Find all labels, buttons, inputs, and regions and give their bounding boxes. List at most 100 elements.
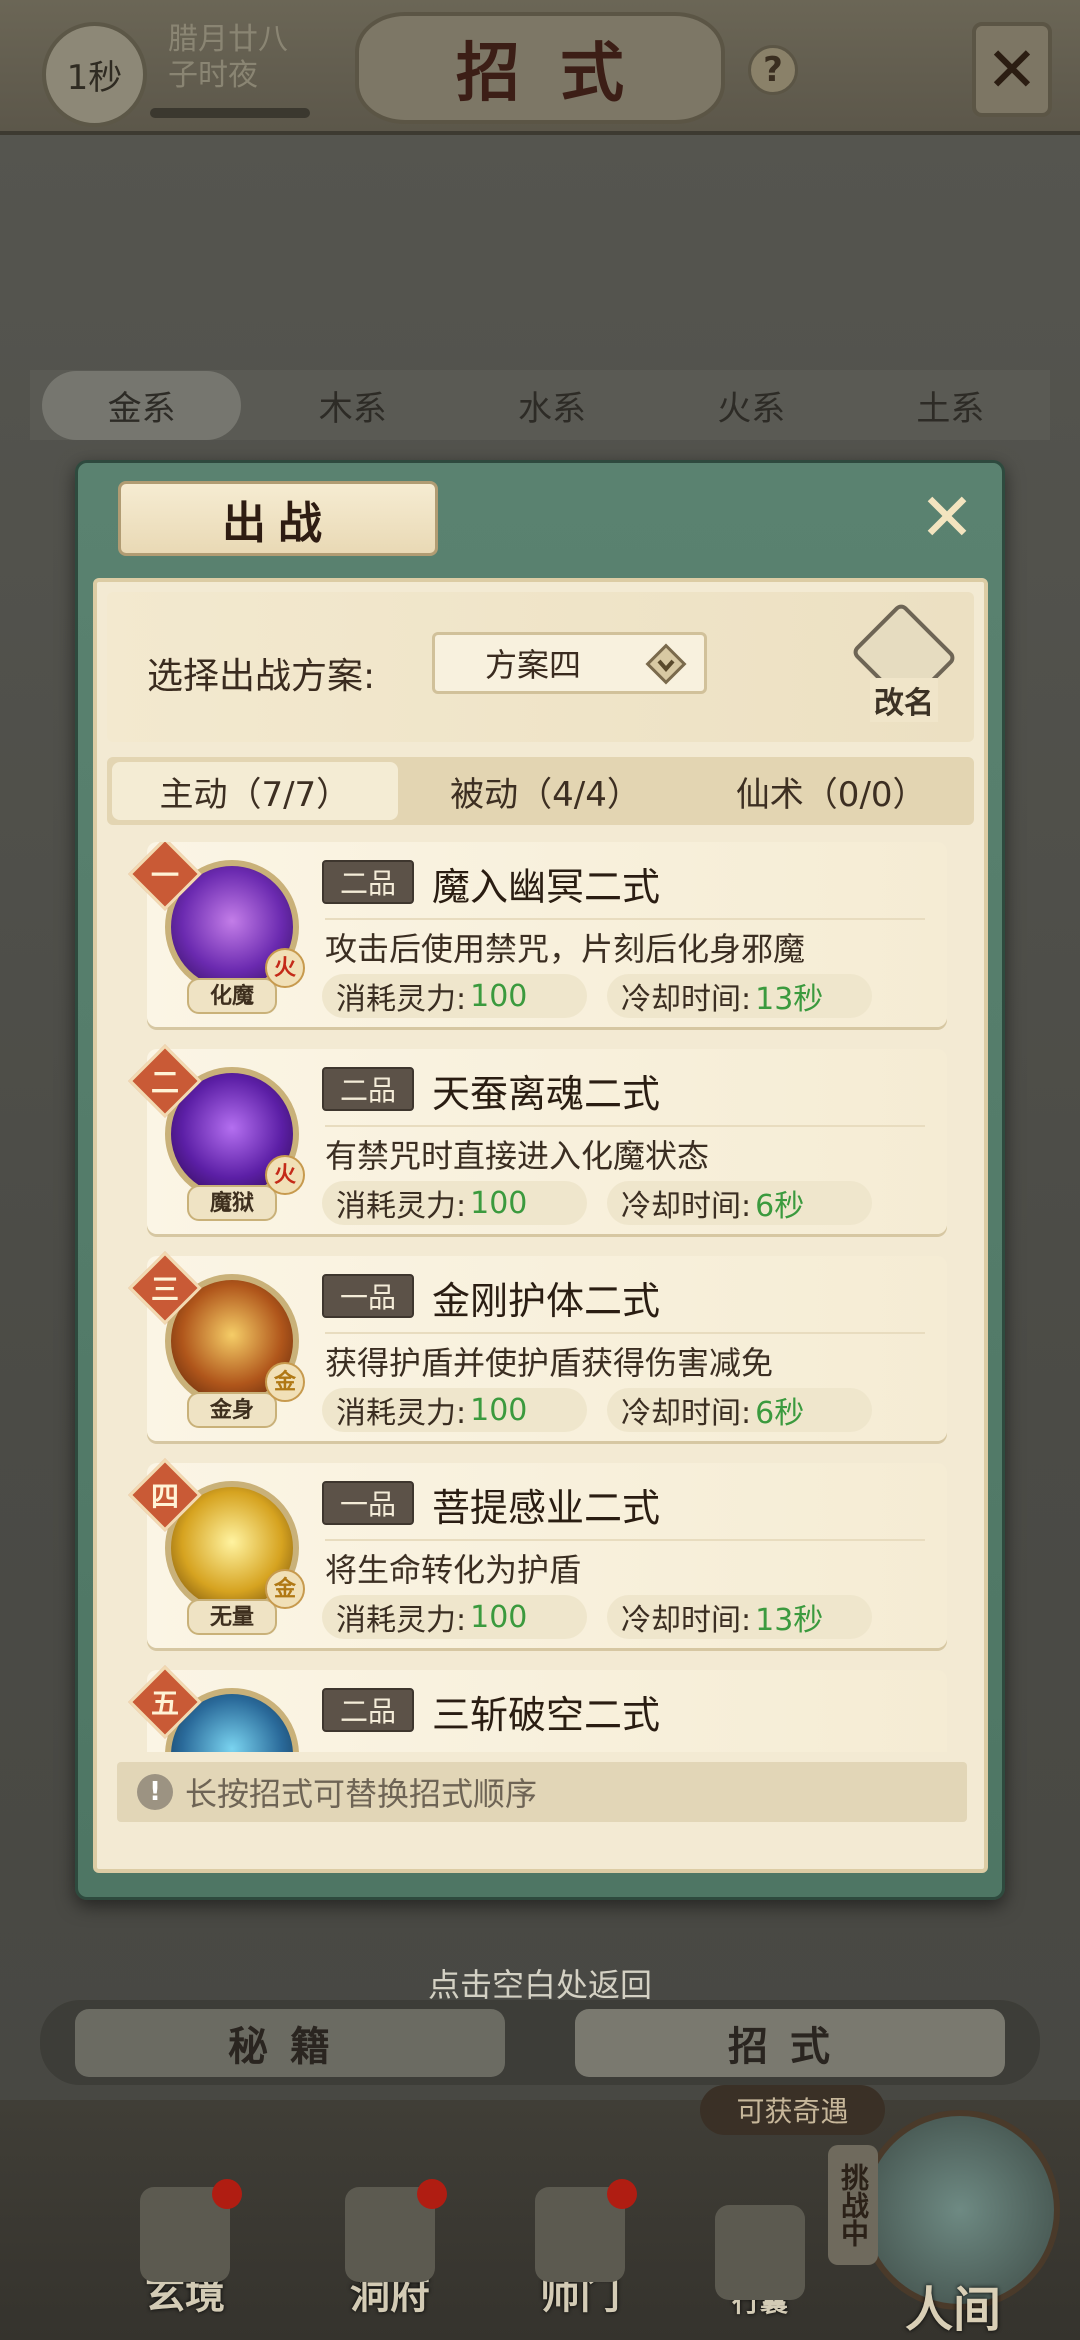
notification-dot: [417, 2179, 447, 2209]
order-number: 三: [150, 1273, 179, 1306]
tab-fire[interactable]: 火系: [652, 381, 851, 430]
skill-name: 金刚护体二式: [432, 1279, 661, 1323]
tip-text: 长按招式可替换招式顺序: [185, 1775, 538, 1813]
nav-xuanjing[interactable]: 玄境: [115, 2179, 255, 2320]
skill-card[interactable]: 二 魔狱 火 二品 天蚕离魂二式 有禁咒时直接进入化魔状态 消耗灵力: 100 冷…: [128, 1044, 947, 1234]
rename-label: 改名: [870, 678, 938, 722]
grade-tag: 二品: [322, 1688, 414, 1732]
battle-modal: 出战 ✕ 选择出战方案: 方案四 改名 主动（7/7） 被动（4/4） 仙术（0…: [75, 460, 1005, 1900]
chevron-down-icon: [643, 641, 689, 687]
plan-row: 选择出战方案: 方案四 改名: [107, 592, 974, 742]
element-chip: 金: [265, 1569, 305, 1609]
grade-tag: 一品: [322, 1274, 414, 1318]
tip-bar: ! 长按招式可替换招式顺序: [117, 1762, 967, 1822]
skill-name: 天蚕离魂二式: [432, 1072, 661, 1116]
reward-tag[interactable]: 可获奇遇: [700, 2085, 885, 2135]
cooldown-value: 13秒: [755, 1603, 824, 1638]
cooldown-stat: 冷却时间: 6秒: [607, 1181, 872, 1225]
help-icon[interactable]: ?: [748, 45, 798, 95]
game-date: 腊月廿八 子时夜: [168, 22, 288, 94]
top-bar: 1秒 腊月廿八 子时夜 招式 ? ✕: [0, 0, 1080, 135]
cooldown-stat: 冷却时间: 13秒: [607, 1595, 872, 1639]
cooldown-label: 冷却时间:: [621, 1603, 752, 1638]
cost-label: 消耗灵力:: [336, 1396, 467, 1431]
cost-stat: 消耗灵力: 100: [322, 1595, 587, 1639]
notification-dot: [607, 2179, 637, 2209]
tab-manuals[interactable]: 秘籍: [75, 2008, 505, 2077]
tab-wood[interactable]: 木系: [253, 381, 452, 430]
plan-value: 方案四: [485, 646, 582, 684]
tab-metal[interactable]: 金系: [42, 370, 242, 440]
grade-tag: 一品: [322, 1481, 414, 1525]
skill-card[interactable]: 四 无量 金 一品 菩提感业二式 将生命转化为护盾 消耗灵力: 100 冷却时间:…: [128, 1458, 947, 1648]
order-number: 四: [150, 1480, 179, 1513]
modal-content: 选择出战方案: 方案四 改名 主动（7/7） 被动（4/4） 仙术（0/0） 一…: [93, 578, 988, 1873]
cooldown-value: 6秒: [755, 1189, 805, 1224]
skill-name: 魔入幽冥二式: [432, 865, 661, 909]
pavilion-icon: [345, 2179, 447, 2282]
order-number: 五: [150, 1687, 179, 1720]
plan-select[interactable]: 方案四: [432, 632, 707, 694]
element-chip: 火: [265, 948, 305, 988]
tab-water[interactable]: 水系: [452, 381, 651, 430]
date-line2: 子时夜: [168, 58, 258, 93]
cost-label: 消耗灵力:: [336, 1189, 467, 1224]
skill-name: 菩提感业二式: [432, 1486, 661, 1530]
element-chip: 金: [265, 1362, 305, 1402]
time-progress-bar: [150, 108, 310, 118]
challenge-tag[interactable]: 挑战中: [828, 2145, 878, 2265]
order-number: 一: [150, 859, 179, 892]
cost-value: 100: [470, 978, 528, 1014]
bottom-tabs: 秘籍 招式: [40, 2000, 1040, 2085]
cost-stat: 消耗灵力: 100: [322, 974, 587, 1018]
mode-tabs: 主动（7/7） 被动（4/4） 仙术（0/0）: [107, 757, 974, 825]
element-chip: 火: [265, 1155, 305, 1195]
cooldown-stat: 冷却时间: 6秒: [607, 1388, 872, 1432]
tab-immortal-arts[interactable]: 仙术（0/0）: [688, 757, 974, 825]
cooldown-label: 冷却时间:: [621, 1189, 752, 1224]
cooldown-label: 冷却时间:: [621, 1396, 752, 1431]
grade-tag: 二品: [322, 860, 414, 904]
rename-button[interactable]: 改名: [850, 601, 958, 722]
skill-description: 有禁咒时直接进入化魔状态: [325, 1125, 925, 1177]
nav-dongfu[interactable]: 洞府: [320, 2179, 460, 2320]
info-icon: !: [137, 1774, 173, 1810]
bag-icon: [715, 2205, 805, 2300]
skill-description: 攻击后使用禁咒，片刻后化身邪魔: [325, 918, 925, 970]
page-title: 招式: [355, 12, 725, 124]
cost-value: 100: [470, 1392, 528, 1428]
nav-shimen[interactable]: 师门: [510, 2179, 650, 2320]
world-label: 人间: [905, 2282, 1002, 2338]
notification-dot: [212, 2179, 242, 2209]
plan-label: 选择出战方案:: [147, 656, 376, 697]
cost-value: 100: [470, 1185, 528, 1221]
scroll-icon: [140, 2179, 242, 2282]
modal-title: 出战: [118, 481, 438, 556]
tab-moves[interactable]: 招式: [575, 2008, 1005, 2077]
skill-icon-label: 魔狱: [187, 1185, 277, 1221]
banner-icon: [535, 2179, 637, 2282]
close-icon[interactable]: ✕: [972, 22, 1052, 117]
cost-value: 100: [470, 1599, 528, 1635]
skill-list: 一 化魔 火 二品 魔入幽冥二式 攻击后使用禁咒，片刻后化身邪魔 消耗灵力: 10…: [117, 842, 967, 1752]
skill-card[interactable]: 三 金身 金 一品 金刚护体二式 获得护盾并使护盾获得伤害减免 消耗灵力: 100…: [128, 1251, 947, 1441]
cooldown-stat: 冷却时间: 13秒: [607, 974, 872, 1018]
tab-active-skills[interactable]: 主动（7/7）: [112, 762, 398, 820]
element-tabs: 金系 木系 水系 火系 土系: [30, 370, 1050, 440]
cooldown-value: 6秒: [755, 1396, 805, 1431]
modal-close-icon[interactable]: ✕: [912, 483, 982, 553]
skill-card[interactable]: 五 二品 三斩破空二式: [128, 1665, 947, 1752]
cost-label: 消耗灵力:: [336, 1603, 467, 1638]
order-number: 二: [150, 1066, 179, 1099]
cooldown-value: 13秒: [755, 982, 824, 1017]
tab-passive-skills[interactable]: 被动（4/4）: [403, 757, 689, 825]
time-badge: 1秒: [42, 22, 147, 127]
skill-icon-label: 无量: [187, 1599, 277, 1635]
grade-tag: 二品: [322, 1067, 414, 1111]
skill-name: 三斩破空二式: [432, 1693, 661, 1737]
skill-card[interactable]: 一 化魔 火 二品 魔入幽冥二式 攻击后使用禁咒，片刻后化身邪魔 消耗灵力: 10…: [128, 842, 947, 1027]
nav-xingnang[interactable]: 行囊: [690, 2180, 830, 2320]
tab-earth[interactable]: 土系: [851, 381, 1050, 430]
cost-stat: 消耗灵力: 100: [322, 1181, 587, 1225]
cost-stat: 消耗灵力: 100: [322, 1388, 587, 1432]
